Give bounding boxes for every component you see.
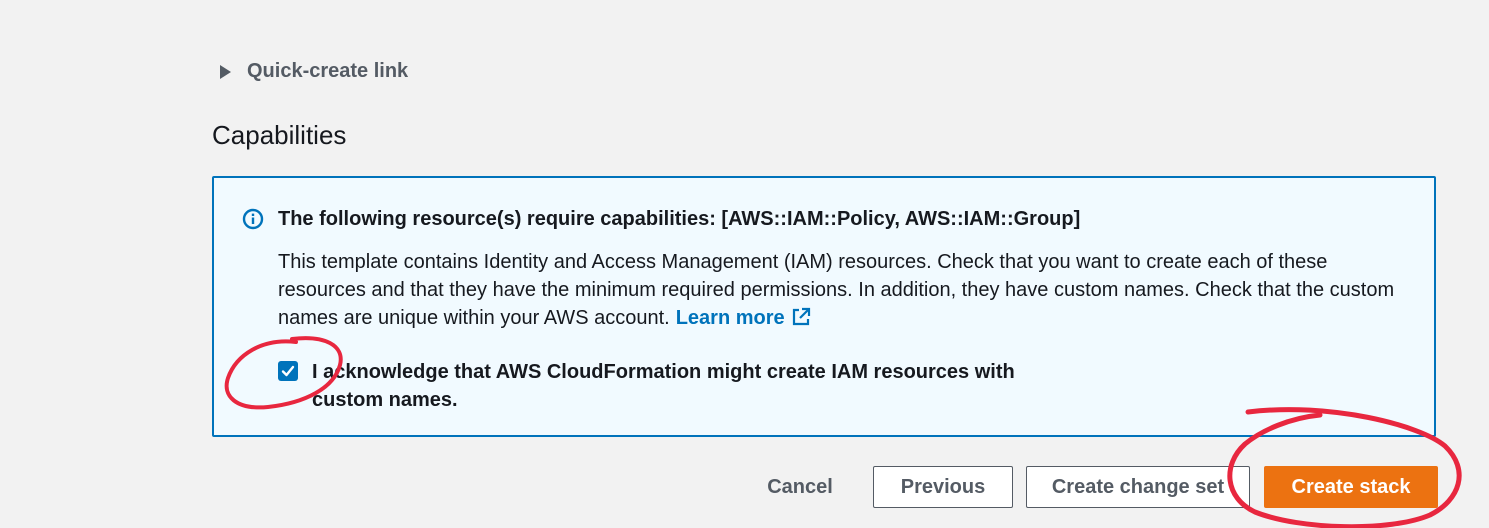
create-stack-button[interactable]: Create stack <box>1264 466 1438 508</box>
external-link-icon <box>792 307 810 326</box>
acknowledge-label: I acknowledge that AWS CloudFormation mi… <box>312 361 1015 411</box>
acknowledge-row: I acknowledge that AWS CloudFormation mi… <box>278 358 1072 414</box>
cancel-button[interactable]: Cancel <box>748 466 852 508</box>
acknowledge-checkbox[interactable] <box>278 361 298 381</box>
section-title: Capabilities <box>212 120 347 150</box>
alert-body: This template contains Identity and Acce… <box>278 248 1408 332</box>
learn-more-label: Learn more <box>675 307 785 329</box>
wizard-actions: Cancel Previous Create change set Create… <box>0 466 1489 510</box>
capabilities-alert: The following resource(s) require capabi… <box>212 176 1436 437</box>
info-icon <box>242 208 264 230</box>
alert-body-text: This template contains Identity and Acce… <box>278 251 1395 329</box>
alert-title: The following resource(s) require capabi… <box>278 208 1081 230</box>
create-change-set-button[interactable]: Create change set <box>1026 466 1250 508</box>
caret-right-icon <box>220 64 231 79</box>
previous-button[interactable]: Previous <box>873 466 1013 508</box>
quick-create-expander[interactable]: Quick-create link <box>220 60 408 83</box>
checkmark-icon <box>281 365 295 377</box>
page: Quick-create link Capabilities The follo… <box>0 0 1489 528</box>
learn-more-link[interactable]: Learn more <box>676 307 811 329</box>
quick-create-label: Quick-create link <box>247 60 409 82</box>
